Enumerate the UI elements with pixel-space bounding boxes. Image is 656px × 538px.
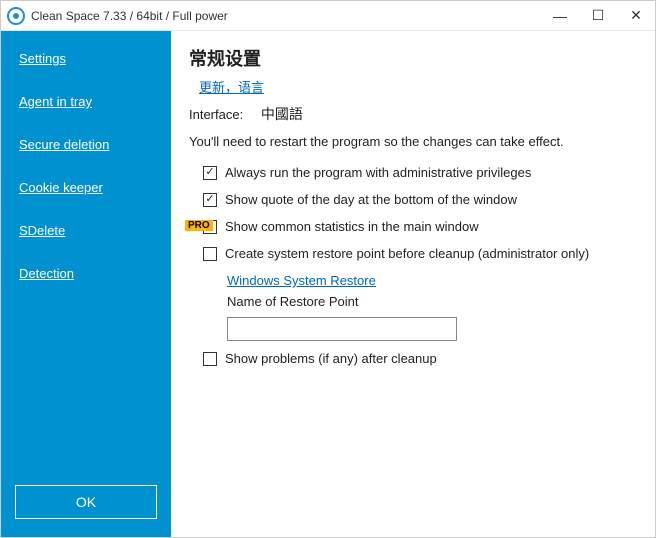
interface-value: 中國語 xyxy=(261,106,303,122)
option-problems: Show problems (if any) after cleanup xyxy=(203,351,637,366)
main-panel: 常规设置 更新，语言 Interface: 中國語 You'll need to… xyxy=(171,31,655,537)
app-icon xyxy=(7,7,25,25)
sidebar-item-detection[interactable]: Detection xyxy=(1,266,171,281)
sidebar: Settings Agent in tray Secure deletion C… xyxy=(1,31,171,537)
checkbox-problems[interactable] xyxy=(203,352,217,366)
sidebar-item-sdelete[interactable]: SDelete xyxy=(1,223,171,238)
interface-label: Interface: xyxy=(189,107,243,122)
option-admin: Always run the program with administrati… xyxy=(203,165,637,180)
sidebar-item-secure-deletion[interactable]: Secure deletion xyxy=(1,137,171,152)
update-language-link[interactable]: 更新，语言 xyxy=(199,80,264,95)
sidebar-item-settings[interactable]: Settings xyxy=(1,51,171,66)
maximize-button[interactable]: ☐ xyxy=(579,1,617,31)
close-button[interactable]: ✕ xyxy=(617,1,655,31)
restore-point-name-label: Name of Restore Point xyxy=(227,294,637,309)
checkbox-quote[interactable] xyxy=(203,193,217,207)
label-quote: Show quote of the day at the bottom of t… xyxy=(225,192,517,207)
titlebar: Clean Space 7.33 / 64bit / Full power — … xyxy=(1,1,655,31)
option-restore: Create system restore point before clean… xyxy=(203,246,637,261)
sidebar-item-agent[interactable]: Agent in tray xyxy=(1,94,171,109)
option-quote: Show quote of the day at the bottom of t… xyxy=(203,192,637,207)
sidebar-item-cookie-keeper[interactable]: Cookie keeper xyxy=(1,180,171,195)
page-title: 常规设置 xyxy=(189,45,637,71)
label-stats: Show common statistics in the main windo… xyxy=(225,219,479,234)
body: Settings Agent in tray Secure deletion C… xyxy=(1,31,655,537)
minimize-button[interactable]: — xyxy=(541,1,579,31)
option-stats: PRO Show common statistics in the main w… xyxy=(203,219,637,234)
window-title: Clean Space 7.33 / 64bit / Full power xyxy=(31,9,541,23)
checkbox-restore[interactable] xyxy=(203,247,217,261)
interface-row: Interface: 中國語 xyxy=(189,104,637,124)
checkbox-admin[interactable] xyxy=(203,166,217,180)
pro-badge: PRO xyxy=(185,220,213,231)
restore-point-name-input[interactable] xyxy=(227,317,457,341)
label-admin: Always run the program with administrati… xyxy=(225,165,531,180)
windows-system-restore-link[interactable]: Windows System Restore xyxy=(227,273,376,288)
restart-note: You'll need to restart the program so th… xyxy=(189,134,637,149)
label-restore: Create system restore point before clean… xyxy=(225,246,589,261)
ok-button[interactable]: OK xyxy=(15,485,157,519)
label-problems: Show problems (if any) after cleanup xyxy=(225,351,437,366)
